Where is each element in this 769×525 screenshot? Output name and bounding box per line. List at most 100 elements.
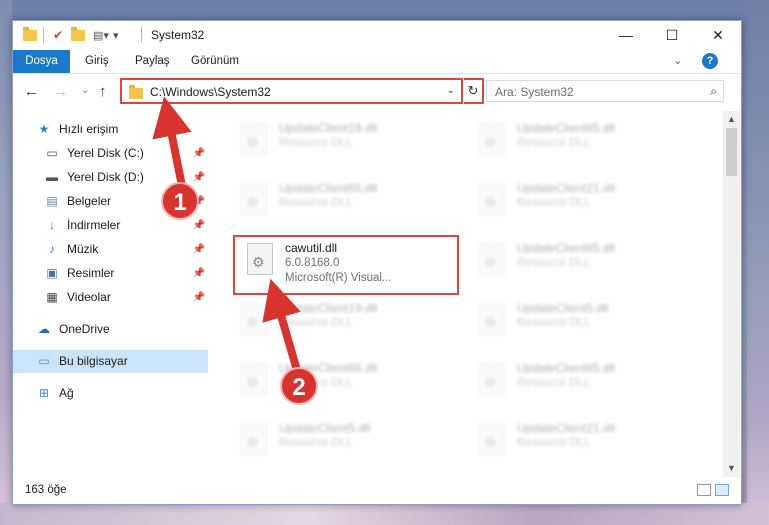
dll-file-icon xyxy=(241,303,267,335)
large-icons-view-icon[interactable] xyxy=(715,484,729,496)
file-type: Resource DLL xyxy=(279,197,353,209)
download-icon: ↓ xyxy=(49,218,55,232)
file-tile[interactable]: UpdateClient65.dll Resource DLL xyxy=(229,175,459,227)
drive-icon: ▭ xyxy=(46,146,58,160)
sidebar-item-this-pc[interactable]: ▭ Bu bilgisayar xyxy=(13,350,208,373)
video-icon: ▦ xyxy=(46,290,58,304)
file-name: UpdateClient65.dll xyxy=(279,181,378,195)
file-type: Resource DLL xyxy=(517,257,591,269)
folder-icon xyxy=(129,85,143,99)
scroll-down-icon[interactable]: ▼ xyxy=(723,460,740,477)
file-name: UpdateClient65.dll xyxy=(517,361,616,375)
new-folder-icon[interactable] xyxy=(71,26,85,43)
file-type: Resource DLL xyxy=(517,377,591,389)
music-icon: ♪ xyxy=(49,242,55,256)
sidebar-label: Bu bilgisayar xyxy=(59,354,128,368)
file-tile[interactable]: UpdateClient5.dll Resource DLL xyxy=(229,415,459,467)
customize-toolbar-icon[interactable]: ▤▾ xyxy=(93,27,109,43)
tab-share[interactable]: Paylaş xyxy=(125,50,180,73)
file-type: Resource DLL xyxy=(517,317,591,329)
sidebar-label: Yerel Disk (C:) xyxy=(67,146,144,160)
file-type: Resource DLL xyxy=(517,197,591,209)
sidebar-item-onedrive[interactable]: ☁ OneDrive xyxy=(13,318,208,341)
sidebar-item-disk-c[interactable]: ▭ Yerel Disk (C:) 📌 xyxy=(13,142,208,165)
file-tile[interactable]: UpdateClient5.dll Resource DLL xyxy=(467,295,697,347)
computer-icon: ▭ xyxy=(38,354,50,368)
sidebar-item-videos[interactable]: ▦ Videolar 📌 xyxy=(13,286,208,309)
file-tile[interactable]: UpdateClient19.dll Resource DLL xyxy=(229,295,459,347)
sidebar-label: OneDrive xyxy=(59,322,110,336)
file-name: UpdateClient19.dll xyxy=(279,301,378,315)
sidebar-label: Resimler xyxy=(67,266,115,280)
close-button[interactable]: ✕ xyxy=(695,21,741,50)
pin-icon: 📌 xyxy=(192,148,205,159)
status-bar: 163 öğe xyxy=(13,478,741,504)
file-tile[interactable]: UpdateClient65.dll Resource DLL xyxy=(229,355,459,407)
file-tile[interactable]: UpdateClient21.dll Resource DLL xyxy=(467,175,697,227)
network-icon: ⊞ xyxy=(38,386,50,400)
ribbon-tabs: Dosya Giriş Paylaş Görünüm ⌄ ? xyxy=(13,50,741,74)
address-dropdown-icon[interactable]: ⌄ xyxy=(447,85,455,96)
file-name: UpdateClient21.dll xyxy=(517,181,616,195)
file-name: UpdateClient5.dll xyxy=(279,421,371,435)
quick-access-dropdown-icon[interactable]: ▾ xyxy=(113,27,119,43)
tab-file[interactable]: Dosya xyxy=(13,50,70,73)
pin-icon: 📌 xyxy=(192,292,205,303)
refresh-button[interactable]: ↻ xyxy=(464,78,484,104)
help-icon[interactable]: ? xyxy=(702,53,718,69)
scroll-up-icon[interactable]: ▲ xyxy=(723,111,740,128)
cloud-icon: ☁ xyxy=(38,322,50,336)
dll-file-icon xyxy=(479,183,505,215)
sidebar-item-quick-access[interactable]: ★ Hızlı erişim xyxy=(13,118,208,141)
dll-file-icon xyxy=(241,423,267,455)
step-badge-1: 1 xyxy=(161,182,199,220)
pin-icon: 📌 xyxy=(192,244,205,255)
back-button[interactable]: ← xyxy=(24,83,39,100)
dll-file-icon xyxy=(479,243,505,275)
sidebar-label: Müzik xyxy=(67,242,99,256)
search-icon: ⌕ xyxy=(710,84,717,98)
file-name: UpdateClient19.dll xyxy=(279,121,378,135)
details-view-icon[interactable] xyxy=(697,484,711,496)
drive-icon: ▬ xyxy=(46,170,58,184)
maximize-button[interactable]: ☐ xyxy=(649,21,695,50)
file-tile[interactable]: UpdateClient65.dll Resource DLL xyxy=(467,355,697,407)
address-path: C:\Windows\System32 xyxy=(150,85,271,99)
ribbon-collapse-icon[interactable]: ⌄ xyxy=(663,50,693,73)
file-tile[interactable]: UpdateClient65.dll Resource DLL xyxy=(467,235,697,287)
file-type: Resource DLL xyxy=(517,437,591,449)
search-placeholder: Ara: System32 xyxy=(495,85,574,99)
step-badge-2: 2 xyxy=(280,367,318,405)
minimize-button[interactable]: — xyxy=(603,21,649,50)
file-tile[interactable]: UpdateClient65.dll Resource DLL xyxy=(467,115,697,167)
file-type: Resource DLL xyxy=(279,317,353,329)
search-input[interactable]: Ara: System32 ⌕ xyxy=(486,80,724,102)
tab-view[interactable]: Görünüm xyxy=(181,50,249,73)
title-bar: ✔ ▤▾ ▾ System32 — ☐ ✕ xyxy=(13,21,741,50)
forward-button[interactable]: → xyxy=(53,83,68,100)
file-type: Resource DLL xyxy=(279,437,353,449)
toolbar-divider xyxy=(43,27,44,43)
address-bar[interactable]: C:\Windows\System32 ⌄ xyxy=(120,78,463,104)
star-icon: ★ xyxy=(38,122,50,136)
file-tile[interactable]: UpdateClient19.dll Resource DLL xyxy=(229,115,459,167)
dll-file-icon xyxy=(479,303,505,335)
window-folder-icon xyxy=(23,26,37,43)
vertical-scrollbar[interactable]: ▲ ▼ xyxy=(723,111,740,477)
sidebar-item-music[interactable]: ♪ Müzik 📌 xyxy=(13,238,208,261)
recent-locations-button[interactable]: ⌄ xyxy=(81,85,89,96)
file-name: UpdateClient65.dll xyxy=(517,121,616,135)
pin-icon: 📌 xyxy=(192,268,205,279)
sidebar-item-network[interactable]: ⊞ Ağ xyxy=(13,382,208,405)
dll-file-icon xyxy=(479,363,505,395)
sidebar-item-pictures[interactable]: ▣ Resimler 📌 xyxy=(13,262,208,285)
scroll-thumb[interactable] xyxy=(726,128,737,176)
dll-file-icon xyxy=(241,363,267,395)
up-button[interactable]: ↑ xyxy=(99,83,107,100)
file-tile[interactable]: UpdateClient21.dll Resource DLL xyxy=(467,415,697,467)
sidebar-label: Yerel Disk (D:) xyxy=(67,170,144,184)
tab-home[interactable]: Giriş xyxy=(75,50,119,73)
desktop-background-bottom xyxy=(0,503,769,525)
properties-icon[interactable]: ✔ xyxy=(53,27,63,43)
documents-icon: ▤ xyxy=(46,194,58,208)
